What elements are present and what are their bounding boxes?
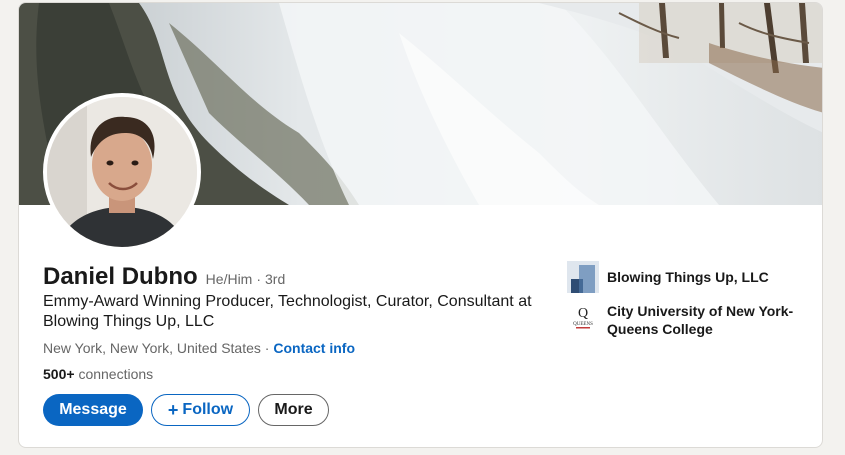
more-button[interactable]: More [258, 394, 329, 426]
company-name: Blowing Things Up, LLC [607, 269, 769, 285]
location-separator: · [264, 340, 270, 356]
svg-text:Q: Q [578, 306, 588, 321]
connection-degree: 3rd [265, 271, 286, 287]
follow-button[interactable]: + Follow [151, 394, 250, 426]
pronouns: He/Him [205, 271, 253, 287]
follow-button-label: Follow [182, 401, 234, 418]
company-logo-icon [567, 261, 599, 293]
contact-info-link[interactable]: Contact info [273, 340, 355, 356]
education-school[interactable]: Q QUEENS City University of New York-Que… [567, 302, 807, 338]
profile-photo[interactable] [43, 93, 201, 251]
profile-location: New York, New York, United States [43, 340, 261, 356]
location-line: New York, New York, United States · Cont… [43, 340, 355, 356]
profile-headline: Emmy-Award Winning Producer, Technologis… [43, 293, 532, 330]
connections-number: 500+ [43, 366, 75, 382]
plus-icon: + [167, 399, 179, 420]
profile-card: Daniel Dubno He/Him · 3rd Emmy-Award Win… [18, 2, 823, 448]
message-button[interactable]: Message [43, 394, 143, 426]
separator-dot: · [256, 271, 262, 287]
school-name: City University of New York-Queens Colle… [607, 303, 794, 337]
school-logo-text: QUEENS [573, 322, 593, 327]
message-button-label: Message [59, 401, 127, 418]
current-company[interactable]: Blowing Things Up, LLC [567, 261, 807, 293]
connections-count[interactable]: 500+ connections [43, 366, 153, 382]
name-line: Daniel Dubno He/Him · 3rd [43, 263, 285, 291]
more-button-label: More [274, 401, 313, 418]
connections-label: connections [78, 366, 154, 382]
profile-photo-image [47, 97, 197, 247]
profile-name: Daniel Dubno [43, 263, 198, 290]
school-logo-icon: Q QUEENS [567, 302, 599, 334]
profile-actions: Message + Follow More [43, 394, 329, 426]
